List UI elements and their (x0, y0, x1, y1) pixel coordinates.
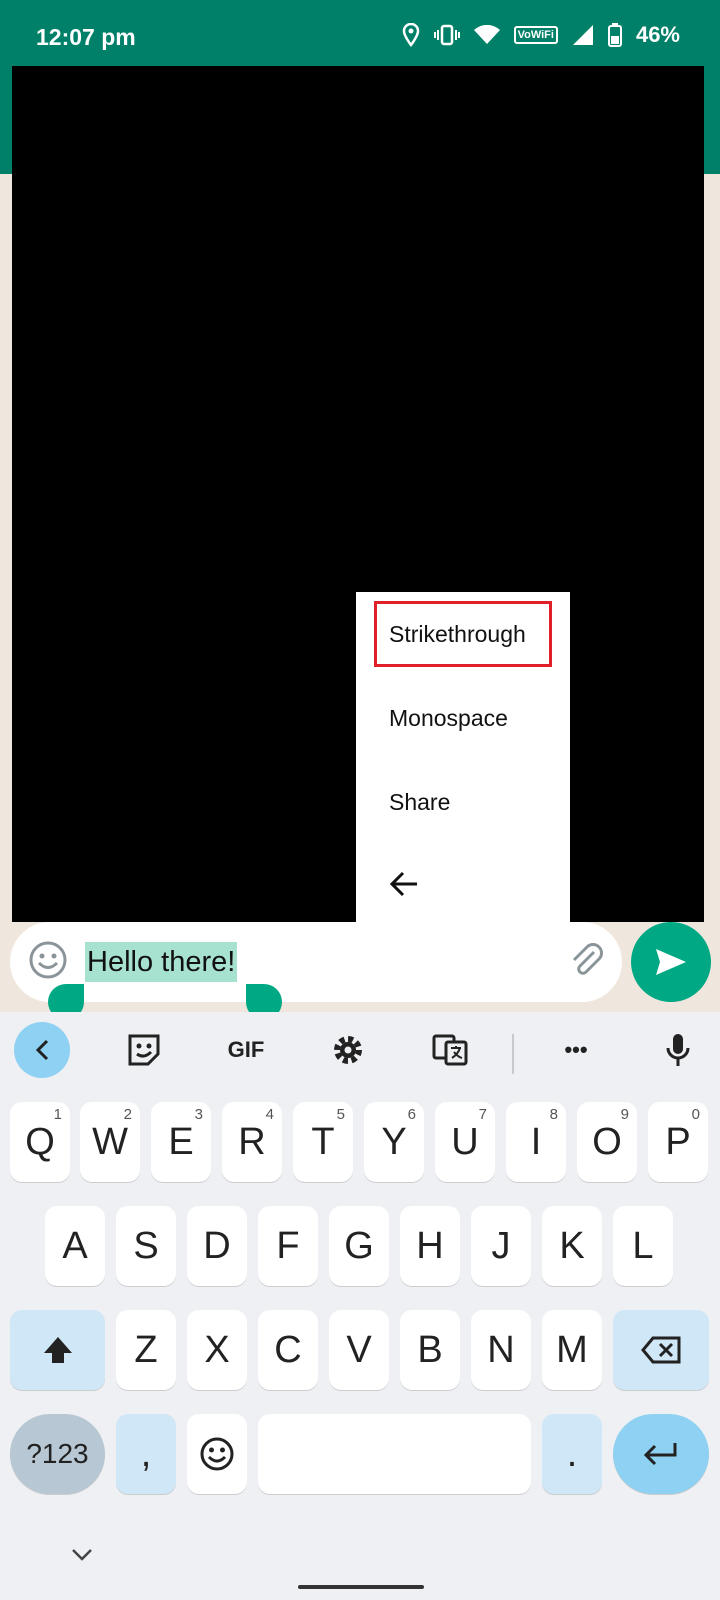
key-h[interactable]: H (400, 1206, 460, 1286)
battery-icon (607, 23, 622, 47)
key-w[interactable]: W2 (80, 1102, 140, 1182)
key-e[interactable]: E3 (151, 1102, 211, 1182)
enter-icon (643, 1443, 677, 1466)
space-key[interactable] (258, 1414, 531, 1494)
enter-key[interactable] (613, 1414, 709, 1494)
menu-back-button[interactable] (356, 842, 570, 926)
vibrate-icon (433, 24, 460, 46)
key-z[interactable]: Z (116, 1310, 176, 1390)
backspace-icon (641, 1336, 681, 1364)
key-d[interactable]: D (187, 1206, 247, 1286)
home-indicator[interactable] (298, 1585, 424, 1589)
key-x[interactable]: X (187, 1310, 247, 1390)
key-i[interactable]: I8 (506, 1102, 566, 1182)
shift-key[interactable] (10, 1310, 105, 1390)
arrow-left-icon (389, 871, 417, 897)
toolbar-divider (512, 1034, 514, 1074)
wifi-icon (473, 25, 500, 44)
comma-key[interactable]: , (116, 1414, 176, 1494)
key-y[interactable]: Y6 (364, 1102, 424, 1182)
keyboard-toolbar: GIF ••• (0, 1012, 720, 1088)
period-key[interactable]: . (542, 1414, 602, 1494)
chevron-down-icon[interactable] (70, 1542, 94, 1566)
key-j[interactable]: J (471, 1206, 531, 1286)
translate-icon (432, 1034, 468, 1066)
send-icon (656, 949, 686, 975)
chevron-left-icon (35, 1039, 49, 1061)
gif-button[interactable]: GIF (218, 1022, 274, 1078)
backspace-key[interactable] (613, 1310, 709, 1390)
microphone-icon (666, 1034, 690, 1066)
translate-button[interactable] (422, 1022, 478, 1078)
key-p[interactable]: P0 (648, 1102, 708, 1182)
emoji-icon[interactable] (28, 940, 68, 980)
key-b[interactable]: B (400, 1310, 460, 1390)
send-button[interactable] (631, 922, 711, 1002)
status-bar: 12:07 pm VoWiFi 46% (0, 0, 720, 64)
more-button[interactable]: ••• (548, 1022, 604, 1078)
keyboard: GIF ••• Q1 W2 E3 R4 T5 Y6 U7 I8 O9 P0 A … (0, 1012, 720, 1600)
settings-button[interactable] (320, 1022, 376, 1078)
status-icons: VoWiFi 46% (402, 22, 680, 48)
symbols-key[interactable]: ?123 (10, 1414, 105, 1494)
message-input-bar: Hello there! (10, 922, 622, 1002)
key-a[interactable]: A (45, 1206, 105, 1286)
voice-input-button[interactable] (650, 1022, 706, 1078)
key-k[interactable]: K (542, 1206, 602, 1286)
key-v[interactable]: V (329, 1310, 389, 1390)
emoji-key[interactable] (187, 1414, 247, 1494)
gear-icon (334, 1036, 362, 1064)
key-s[interactable]: S (116, 1206, 176, 1286)
sticker-button[interactable] (116, 1022, 172, 1078)
key-q[interactable]: Q1 (10, 1102, 70, 1182)
signal-icon (572, 25, 593, 45)
status-time: 12:07 pm (36, 24, 136, 50)
key-o[interactable]: O9 (577, 1102, 637, 1182)
shift-icon (43, 1337, 72, 1363)
location-icon (402, 23, 419, 47)
key-n[interactable]: N (471, 1310, 531, 1390)
paperclip-icon[interactable] (566, 940, 606, 980)
key-u[interactable]: U7 (435, 1102, 495, 1182)
sticker-icon (128, 1034, 160, 1066)
keyboard-collapse-button[interactable] (14, 1022, 70, 1078)
key-f[interactable]: F (258, 1206, 318, 1286)
key-r[interactable]: R4 (222, 1102, 282, 1182)
strikethrough-highlight-box (374, 601, 552, 667)
key-m[interactable]: M (542, 1310, 602, 1390)
vowifi-badge: VoWiFi (513, 26, 558, 44)
battery-percent: 46% (635, 22, 680, 47)
emoji-icon (200, 1437, 234, 1471)
menu-item-monospace[interactable]: Monospace (356, 676, 570, 760)
key-c[interactable]: C (258, 1310, 318, 1390)
key-t[interactable]: T5 (293, 1102, 353, 1182)
key-l[interactable]: L (613, 1206, 673, 1286)
menu-item-share[interactable]: Share (356, 760, 570, 844)
message-input[interactable]: Hello there! (85, 942, 238, 982)
key-g[interactable]: G (329, 1206, 389, 1286)
